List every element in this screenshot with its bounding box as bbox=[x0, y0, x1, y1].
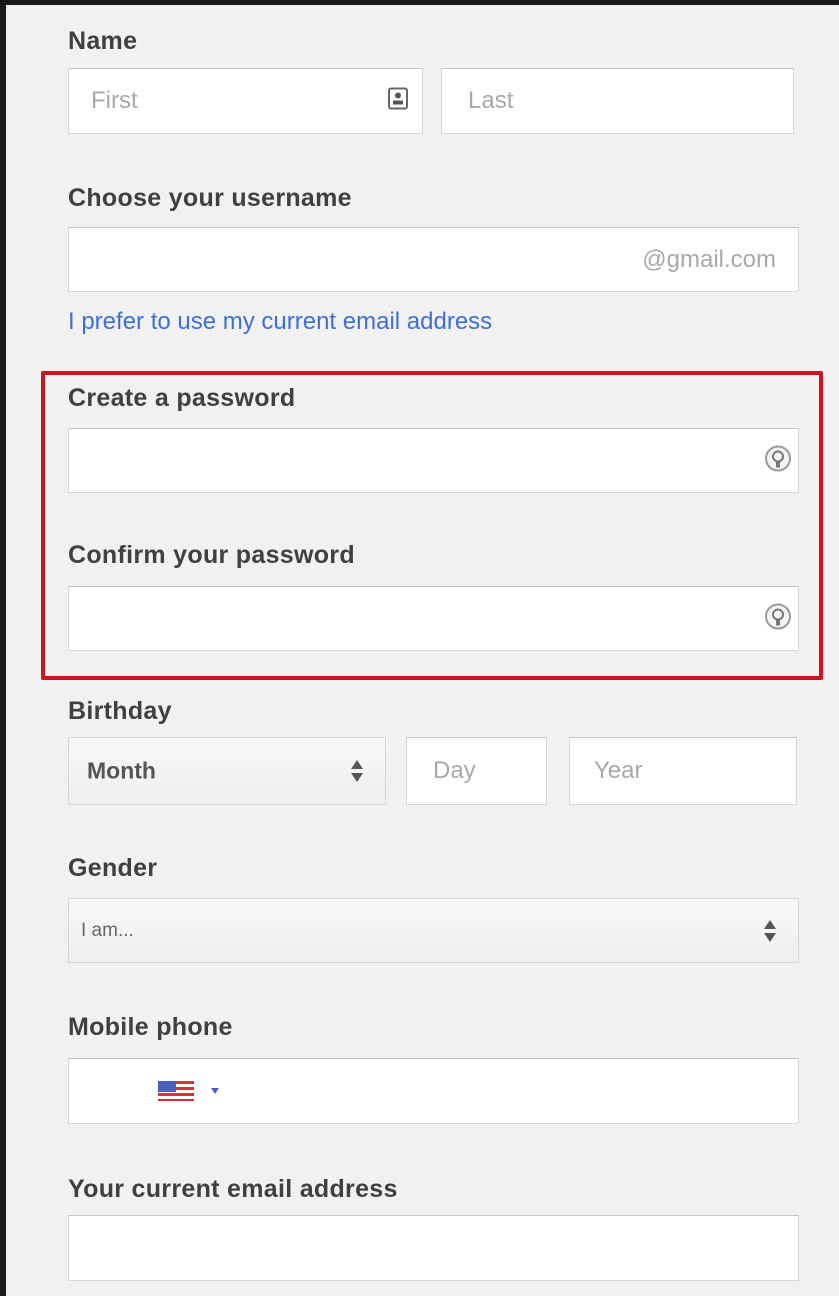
gender-select[interactable]: I am... bbox=[68, 898, 799, 963]
birth-year-placeholder: Year bbox=[594, 757, 643, 784]
panel-border-top bbox=[0, 0, 839, 5]
mobile-phone-label: Mobile phone bbox=[68, 1013, 233, 1041]
country-dropdown-caret-icon[interactable] bbox=[211, 1088, 219, 1094]
gmail-suffix: @gmail.com bbox=[642, 245, 776, 273]
confirm-password-input[interactable] bbox=[68, 586, 799, 651]
birth-day-placeholder: Day bbox=[433, 757, 476, 784]
confirm-password-label: Confirm your password bbox=[68, 541, 355, 569]
current-email-label: Your current email address bbox=[68, 1175, 398, 1203]
panel-border-left bbox=[0, 0, 6, 1296]
username-input[interactable]: @gmail.com bbox=[68, 227, 799, 292]
create-password-label: Create a password bbox=[68, 384, 296, 412]
username-label: Choose your username bbox=[68, 184, 352, 212]
birth-year-input[interactable]: Year bbox=[569, 737, 797, 805]
current-email-input[interactable] bbox=[68, 1215, 799, 1281]
birthday-label: Birthday bbox=[68, 697, 172, 725]
contact-card-icon[interactable] bbox=[388, 87, 408, 115]
birth-day-input[interactable]: Day bbox=[406, 737, 547, 805]
us-flag-icon[interactable] bbox=[158, 1081, 194, 1101]
create-password-input[interactable] bbox=[68, 428, 799, 493]
name-label: Name bbox=[68, 27, 138, 55]
select-arrows-icon bbox=[351, 760, 363, 782]
birth-month-select[interactable]: Month bbox=[68, 737, 386, 805]
select-arrows-icon bbox=[764, 919, 776, 942]
gender-selected-value: I am... bbox=[81, 919, 134, 941]
last-name-placeholder: Last bbox=[468, 87, 514, 114]
use-current-email-link[interactable]: I prefer to use my current email address bbox=[68, 308, 492, 336]
gender-label: Gender bbox=[68, 854, 158, 882]
last-name-input[interactable]: Last bbox=[441, 68, 794, 134]
first-name-placeholder: First bbox=[91, 87, 138, 114]
birth-month-value: Month bbox=[87, 757, 156, 784]
mobile-phone-input[interactable] bbox=[68, 1058, 799, 1124]
first-name-input[interactable]: First bbox=[68, 68, 423, 134]
password-key-icon bbox=[764, 602, 792, 635]
password-key-icon bbox=[764, 444, 792, 477]
